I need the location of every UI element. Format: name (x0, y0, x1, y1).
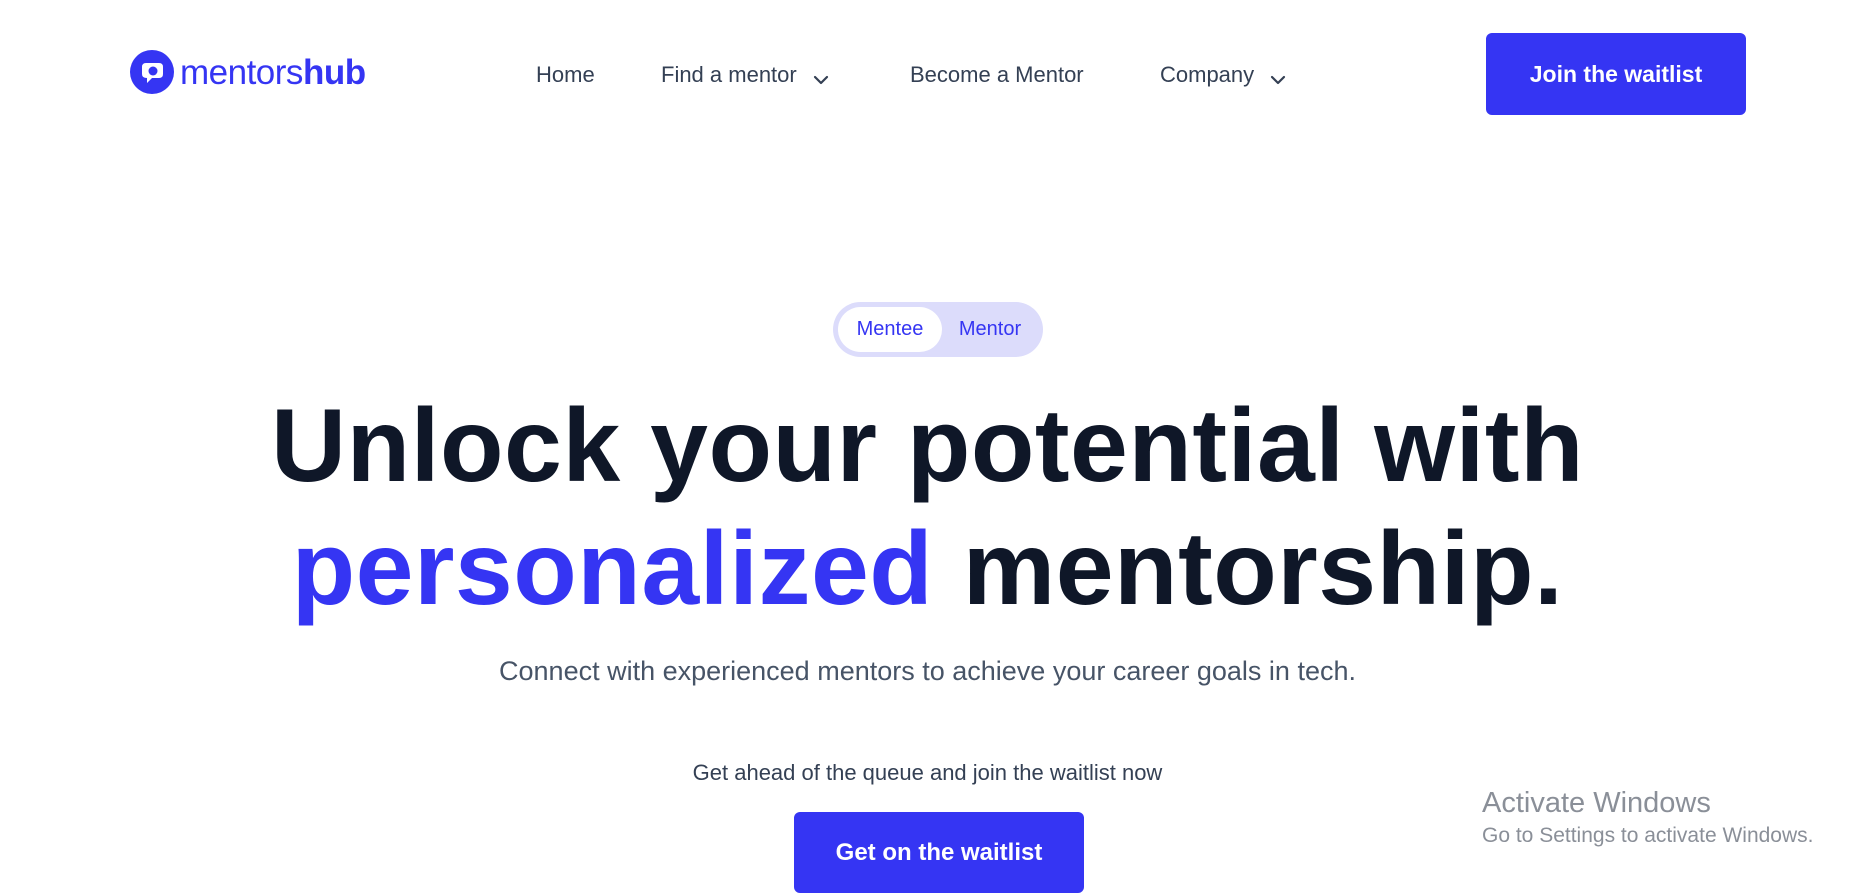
nav-item-label: Home (536, 62, 595, 87)
toggle-option-mentor[interactable]: Mentor (942, 307, 1038, 352)
headline-line-2-rest: mentorship. (933, 511, 1564, 627)
get-on-waitlist-button[interactable]: Get on the waitlist (794, 812, 1084, 893)
activate-windows-watermark: Activate Windows Go to Settings to activ… (1482, 784, 1814, 850)
join-waitlist-button[interactable]: Join the waitlist (1486, 33, 1746, 115)
chevron-down-icon (1268, 65, 1288, 85)
nav-item-label: Company (1160, 62, 1255, 87)
nav-item-label: Find a mentor (661, 62, 797, 87)
toggle-option-mentee[interactable]: Mentee (838, 307, 942, 352)
nav-item-company[interactable]: Company (1160, 57, 1288, 93)
hero-subheadline: Connect with experienced mentors to achi… (499, 656, 1356, 686)
logo-wordmark: mentorshub (180, 55, 366, 90)
mentorshub-logo-icon (130, 50, 174, 94)
logo-link[interactable]: mentorshub (130, 50, 366, 94)
logo-text-light: mentors (180, 52, 303, 92)
nav-item-label: Become a Mentor (910, 62, 1084, 87)
waitlist-note: Get ahead of the queue and join the wait… (692, 760, 1163, 785)
logo-text-bold: hub (302, 52, 366, 92)
watermark-subtitle: Go to Settings to activate Windows. (1482, 824, 1814, 847)
nav-item-home[interactable]: Home (536, 57, 595, 93)
nav-item-find-a-mentor[interactable]: Find a mentor (661, 57, 831, 93)
chevron-down-icon (811, 65, 831, 85)
role-toggle: Mentee Mentor (833, 302, 1043, 357)
headline-line-1: Unlock your potential with (270, 388, 1585, 504)
watermark-title: Activate Windows (1482, 787, 1711, 819)
landing-page: mentorshub Home Find a mentor Become a M… (0, 0, 1855, 895)
headline-accent-word: personalized (291, 511, 934, 627)
nav-item-become-a-mentor[interactable]: Become a Mentor (910, 57, 1084, 93)
hero-headline: Unlock your potential with personalized m… (0, 385, 1855, 631)
